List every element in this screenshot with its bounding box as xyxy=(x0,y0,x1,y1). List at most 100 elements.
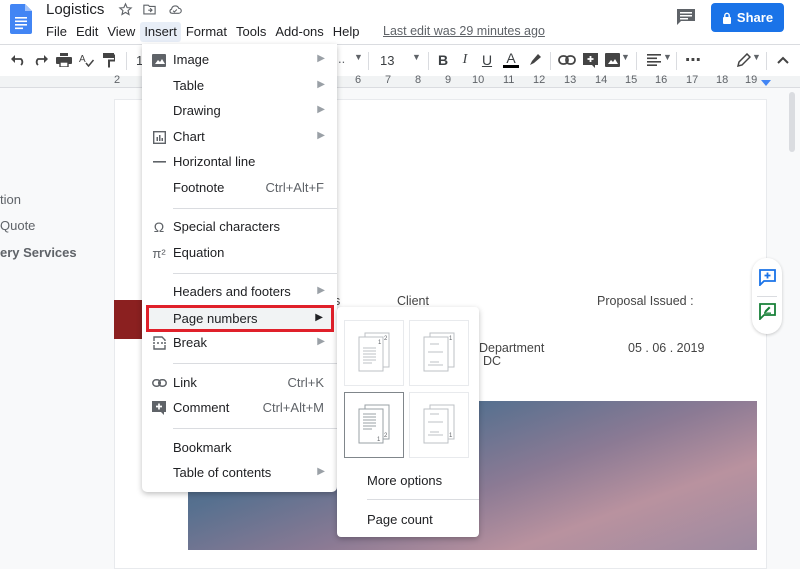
more-options-item[interactable]: More options xyxy=(367,473,442,488)
font-size-dropdown-icon[interactable]: ▼ xyxy=(412,52,421,62)
bold-icon[interactable]: B xyxy=(434,51,452,69)
spellcheck-icon[interactable]: A xyxy=(78,51,96,69)
submenu-arrow-icon: ▶ xyxy=(317,104,325,115)
paint-format-icon[interactable] xyxy=(100,51,118,69)
menu-item-headers-and-footers[interactable]: Headers and footers ▶ xyxy=(142,280,337,304)
undo-icon[interactable] xyxy=(9,51,27,69)
menu-separator xyxy=(173,428,337,429)
client-label: Client xyxy=(397,294,429,308)
ruler[interactable]: 2 6 7 8 9 10 11 12 13 14 15 16 17 18 19 xyxy=(0,74,800,88)
page-number-option-footer-all[interactable]: 1 2 xyxy=(344,392,404,458)
menu-format[interactable]: Format xyxy=(182,22,231,42)
menu-item-link[interactable]: Link Ctrl+K xyxy=(142,371,337,395)
menu-item-table-of-contents[interactable]: Table of contents ▶ xyxy=(142,461,337,485)
highlight-color-icon[interactable] xyxy=(526,51,544,69)
submenu-arrow-icon: ▶ xyxy=(317,130,325,141)
menu-bar: File Edit View Insert Format Tools Add-o… xyxy=(42,22,365,42)
page-number-option-header-skip-first[interactable]: 1 xyxy=(409,320,469,386)
star-icon[interactable] xyxy=(118,2,134,18)
menu-item-page-numbers[interactable]: Page numbers ▶ xyxy=(146,305,334,332)
page-footer-numbered-icon: 1 2 xyxy=(358,404,390,444)
cloud-saved-icon[interactable] xyxy=(167,2,183,18)
add-comment-icon[interactable] xyxy=(581,51,599,69)
side-actions-panel xyxy=(752,258,782,334)
outline-item[interactable]: ery Services xyxy=(0,245,77,260)
ruler-number: 11 xyxy=(503,74,515,86)
page-numbers-submenu: 1 2 1 1 2 1 More options Page count xyxy=(337,307,479,537)
menu-view[interactable]: View xyxy=(103,22,139,42)
more-options-icon[interactable]: ⋯ xyxy=(684,51,702,69)
italic-icon[interactable]: I xyxy=(456,51,474,69)
share-label: Share xyxy=(736,10,774,25)
align-icon[interactable] xyxy=(645,51,663,69)
menu-edit[interactable]: Edit xyxy=(72,22,102,42)
menu-item-drawing[interactable]: Drawing ▶ xyxy=(142,99,337,123)
ruler-number: 16 xyxy=(655,74,668,86)
font-size-input[interactable]: 13 xyxy=(380,53,394,68)
font-dropdown-icon[interactable]: ▼ xyxy=(354,52,363,62)
comment-history-icon[interactable] xyxy=(676,8,696,26)
menu-item-chart[interactable]: Chart ▶ xyxy=(142,125,337,149)
submenu-arrow-icon: ▶ xyxy=(317,53,325,64)
menu-item-bookmark[interactable]: Bookmark xyxy=(142,436,337,460)
menu-separator xyxy=(173,363,337,364)
menu-separator xyxy=(367,499,479,500)
ruler-number: 14 xyxy=(595,74,608,86)
collapse-toolbar-icon[interactable] xyxy=(774,51,792,69)
menu-item-image[interactable]: Image ▶ xyxy=(142,48,337,72)
underline-icon[interactable]: U xyxy=(478,51,496,69)
share-button[interactable]: Share xyxy=(711,3,784,32)
page-header-skip-first-icon: 1 xyxy=(423,332,455,372)
image-dropdown-icon[interactable]: ▼ xyxy=(621,52,630,62)
page-count-item[interactable]: Page count xyxy=(367,512,433,527)
redo-icon[interactable] xyxy=(32,51,50,69)
vertical-scrollbar[interactable] xyxy=(785,89,800,550)
add-comment-side-icon[interactable] xyxy=(759,269,776,291)
page-numbers-label: Page numbers xyxy=(173,311,258,326)
text-color-icon[interactable]: A xyxy=(502,51,520,69)
menu-item-break[interactable]: Break ▶ xyxy=(142,331,337,355)
submenu-arrow-icon: ▶ xyxy=(315,312,323,323)
ruler-number: 18 xyxy=(716,74,729,86)
comment-icon xyxy=(151,400,167,416)
menu-help[interactable]: Help xyxy=(329,22,364,42)
editing-mode-dropdown-icon[interactable]: ▼ xyxy=(752,52,761,62)
insert-image-icon[interactable] xyxy=(603,51,621,69)
menu-item-horizontal-line[interactable]: Horizontal line xyxy=(142,150,337,174)
insert-link-icon[interactable] xyxy=(558,51,576,69)
outline-item[interactable]: tion xyxy=(0,192,21,207)
print-icon[interactable] xyxy=(55,51,73,69)
ruler-number: 15 xyxy=(625,74,638,86)
right-indent-marker-icon[interactable] xyxy=(761,80,771,86)
insert-menu: Image ▶ Table ▶ Drawing ▶ Chart ▶ Horizo… xyxy=(142,44,337,492)
submenu-arrow-icon: ▶ xyxy=(317,285,325,296)
font-select[interactable]: .. xyxy=(338,51,345,66)
docs-logo-icon[interactable] xyxy=(10,4,32,34)
suggest-edits-icon[interactable] xyxy=(759,303,776,325)
align-dropdown-icon[interactable]: ▼ xyxy=(663,52,672,62)
last-edit-link[interactable]: Last edit was 29 minutes ago xyxy=(383,24,545,38)
move-to-folder-icon[interactable] xyxy=(142,2,158,18)
ruler-number: 19 xyxy=(745,74,758,86)
ruler-number: 12 xyxy=(533,74,546,86)
menu-item-comment[interactable]: Comment Ctrl+Alt+M xyxy=(142,396,337,420)
menu-item-table[interactable]: Table ▶ xyxy=(142,74,337,98)
page-header-numbered-icon: 1 2 xyxy=(358,332,390,372)
menu-file[interactable]: File xyxy=(42,22,71,42)
menu-add-ons[interactable]: Add-ons xyxy=(271,22,327,42)
document-title[interactable]: Logistics xyxy=(46,1,104,18)
page-number-option-header-all[interactable]: 1 2 xyxy=(344,320,404,386)
proposal-issued-label: Proposal Issued : xyxy=(597,294,694,308)
lock-icon xyxy=(722,12,731,24)
menu-insert[interactable]: Insert xyxy=(140,22,181,42)
page-number-option-footer-skip-first[interactable]: 1 xyxy=(409,392,469,458)
outline-item[interactable]: Quote xyxy=(0,218,35,233)
menu-item-footnote[interactable]: Footnote Ctrl+Alt+F xyxy=(142,176,337,200)
editing-mode-icon[interactable] xyxy=(735,51,753,69)
menu-item-equation[interactable]: π² Equation xyxy=(142,241,337,265)
menu-item-special-characters[interactable]: Ω Special characters xyxy=(142,215,337,239)
scrollbar-thumb[interactable] xyxy=(789,92,795,152)
ruler-number: 7 xyxy=(385,74,392,86)
menu-separator xyxy=(173,273,337,274)
menu-tools[interactable]: Tools xyxy=(232,22,270,42)
